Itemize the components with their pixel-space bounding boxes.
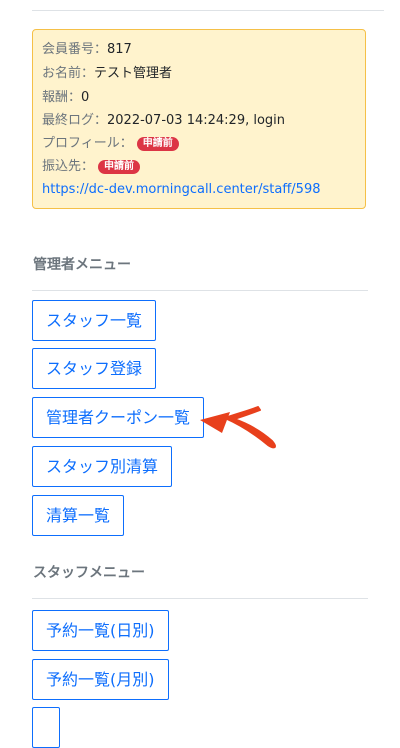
top-divider [32,10,384,11]
name-value: テスト管理者 [94,66,173,81]
reward-row: 報酬：0 [42,89,89,107]
staff-url-link[interactable]: https://dc-dev.morningcall.center/staff/… [42,182,321,197]
transfer-status-badge: 申請前 [98,160,141,174]
staff-info-card: 会員番号：817 お名前：テスト管理者 報酬：0 最終ログ：2022-07-03… [32,29,366,209]
reward-value: 0 [81,90,90,105]
settlement-list-button[interactable]: 清算一覧 [32,495,125,536]
monthly-reservation-list-button[interactable]: 予約一覧(月別) [32,659,169,700]
last-log-value: 2022-07-03 14:24:29, login [107,113,286,128]
profile-row: プロフィール： 申請前 [42,135,179,153]
member-number-value: 817 [107,42,132,57]
reward-label: 報酬： [42,90,82,105]
last-log-label: 最終ログ： [42,113,108,128]
staff-list-button[interactable]: スタッフ一覧 [32,300,157,341]
transfer-row: 振込先： 申請前 [42,158,141,176]
last-log-row: 最終ログ：2022-07-03 14:24:29, login [42,112,285,130]
daily-reservation-list-button[interactable]: 予約一覧(日別) [32,610,169,651]
staff-menu-divider [32,598,368,599]
staff-menu-title: スタッフメニュー [33,565,145,581]
admin-menu-title: 管理者メニュー [33,257,131,273]
name-row: お名前：テスト管理者 [42,65,172,83]
profile-label: プロフィール： [42,136,133,151]
profile-status-badge: 申請前 [136,137,179,151]
member-number-row: 会員番号：817 [42,41,132,59]
staff-register-button[interactable]: スタッフ登録 [32,348,157,389]
next-menu-button[interactable] [32,707,60,748]
transfer-label: 振込先： [42,159,95,174]
member-number-label: 会員番号： [42,42,108,57]
admin-menu-divider [32,290,368,291]
staff-url-row: https://dc-dev.morningcall.center/staff/… [42,181,321,199]
admin-coupon-list-button[interactable]: 管理者クーポン一覧 [32,397,205,438]
staff-settlement-button[interactable]: スタッフ別清算 [32,446,173,487]
name-label: お名前： [42,66,95,81]
